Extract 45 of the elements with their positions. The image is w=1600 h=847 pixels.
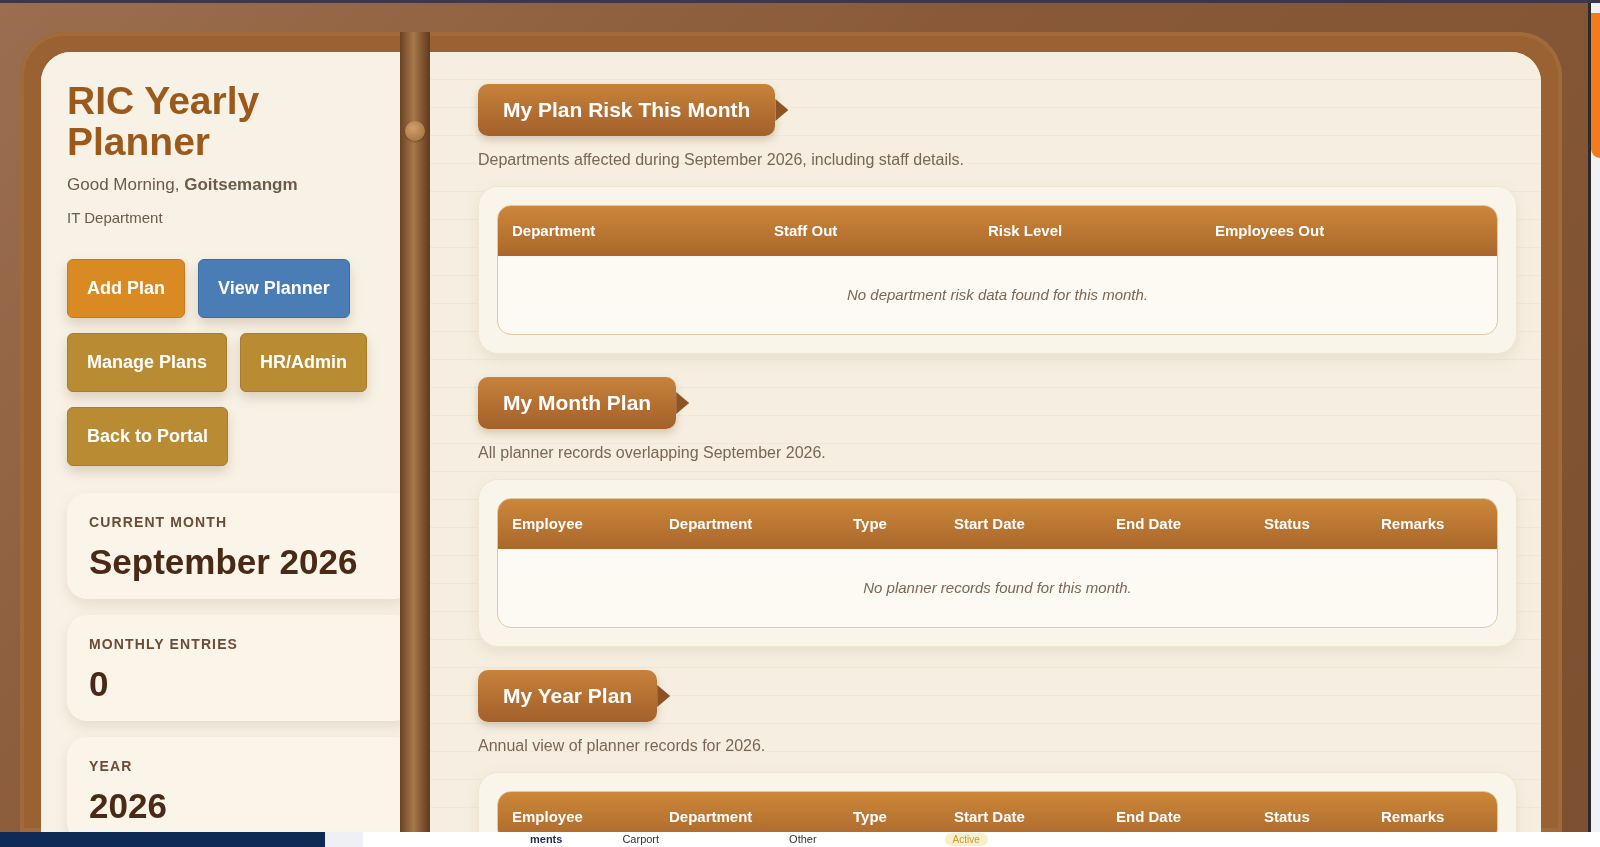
section-banner: My Month Plan bbox=[478, 377, 690, 429]
column-header: Department bbox=[511, 220, 597, 241]
action-button[interactable]: Back to Portal bbox=[67, 407, 229, 466]
column-header: Employee bbox=[511, 806, 584, 827]
section-subtitle: All planner records overlapping September 2026. bbox=[478, 443, 826, 462]
column-header: Type bbox=[852, 513, 888, 534]
column-header: Start Date bbox=[953, 513, 1026, 534]
section-subtitle: Departments affected during September 2026, including staff details. bbox=[478, 150, 964, 169]
table-cell: Other bbox=[789, 833, 817, 846]
column-header: Department bbox=[668, 513, 754, 534]
column-header: Remarks bbox=[1380, 513, 1446, 534]
action-button[interactable]: View Planner bbox=[198, 259, 350, 318]
column-header: Start Date bbox=[953, 806, 1026, 827]
column-header: Status bbox=[1263, 806, 1311, 827]
stat-label: MONTHLY ENTRIES bbox=[89, 635, 240, 653]
greeting-text: Good Morning, Goitsemangm bbox=[67, 174, 299, 196]
section-banner: My Plan Risk This Month bbox=[478, 84, 789, 136]
section-subtitle: Annual view of planner records for 2026. bbox=[478, 736, 766, 755]
action-button[interactable]: HR/Admin bbox=[240, 333, 368, 392]
column-header: End Date bbox=[1115, 513, 1182, 534]
rivet-icon bbox=[405, 121, 425, 141]
table-cell: ments bbox=[530, 833, 563, 846]
stat-label: YEAR bbox=[89, 757, 134, 775]
stat-value: 2026 bbox=[89, 787, 168, 825]
stat-label: CURRENT MONTH bbox=[89, 513, 229, 531]
column-header: Status bbox=[1263, 513, 1311, 534]
action-button[interactable]: Add Plan bbox=[67, 259, 185, 318]
column-header: Employees Out bbox=[1214, 220, 1326, 241]
column-header: End Date bbox=[1115, 806, 1182, 827]
column-header: Risk Level bbox=[987, 220, 1064, 241]
column-header: Employee bbox=[511, 513, 584, 534]
empty-state-message: No department risk data found for this month. bbox=[847, 284, 1148, 305]
column-header: Staff Out bbox=[773, 220, 839, 241]
column-header: Department bbox=[668, 806, 754, 827]
stat-value: September 2026 bbox=[89, 543, 359, 581]
department-label: IT Department bbox=[67, 208, 164, 228]
status-badge: Active bbox=[944, 833, 988, 846]
table-cell: Carport bbox=[622, 833, 660, 846]
column-header: Type bbox=[852, 806, 888, 827]
stat-value: 0 bbox=[89, 665, 110, 703]
column-header: Remarks bbox=[1380, 806, 1446, 827]
action-button[interactable]: Manage Plans bbox=[67, 333, 228, 392]
empty-state-message: No planner records found for this month. bbox=[863, 577, 1132, 598]
app-title: RIC Yearly Planner bbox=[67, 80, 261, 162]
section-banner: My Year Plan bbox=[478, 670, 671, 722]
